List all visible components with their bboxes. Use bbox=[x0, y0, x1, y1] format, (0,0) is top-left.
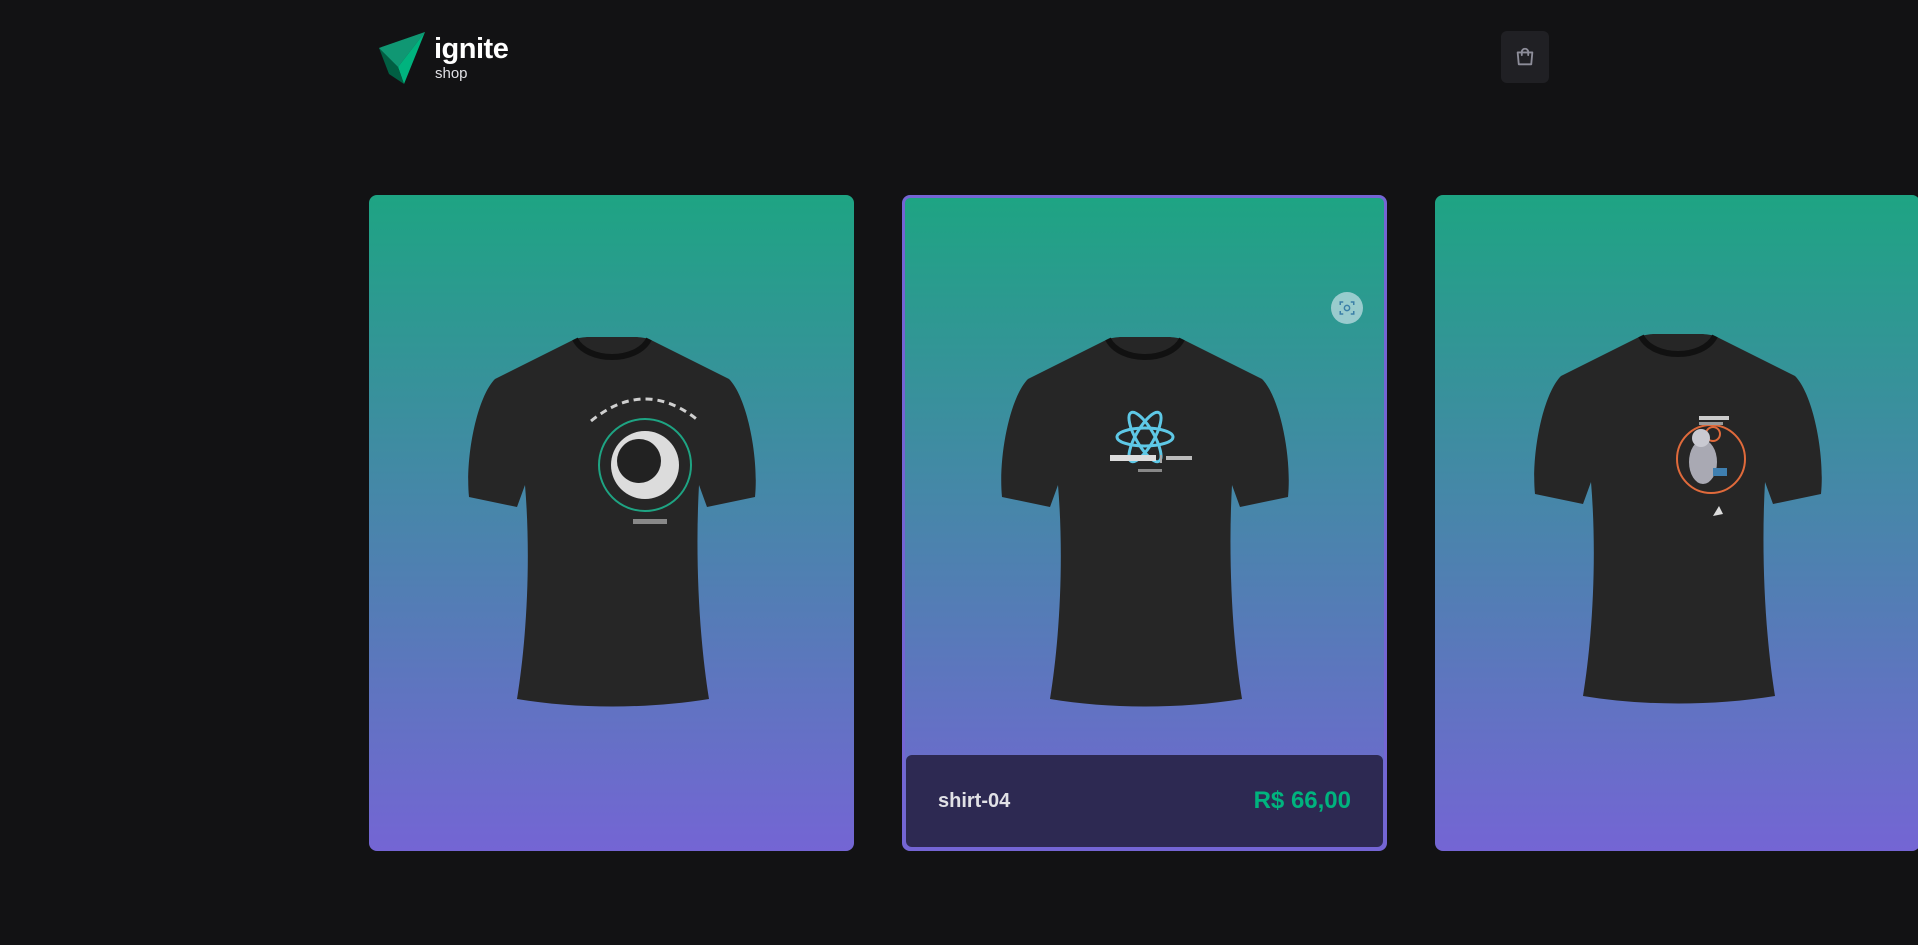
tshirt-image bbox=[1000, 337, 1289, 707]
tshirt-image bbox=[1533, 334, 1822, 704]
product-name: shirt-04 bbox=[938, 789, 1011, 812]
product-footer: shirt-04 R$ 66,00 bbox=[906, 755, 1383, 847]
logo-subtitle: shop bbox=[435, 65, 468, 82]
visual-search-icon[interactable] bbox=[1331, 292, 1363, 324]
logo-mark-icon bbox=[379, 32, 425, 84]
product-price: R$ 66,00 bbox=[1253, 787, 1351, 814]
products-slider[interactable]: shirt-04 R$ 66,00 bbox=[369, 195, 1918, 851]
product-card-3[interactable] bbox=[1435, 195, 1918, 851]
logo-title: ignite bbox=[434, 33, 509, 65]
shopping-bag-icon bbox=[1516, 47, 1534, 66]
tshirt-image bbox=[467, 337, 756, 707]
cart-button[interactable] bbox=[1501, 31, 1549, 83]
site-header: ignite shop bbox=[377, 30, 1549, 84]
product-card-2[interactable]: shirt-04 R$ 66,00 bbox=[902, 195, 1387, 851]
product-card-1[interactable] bbox=[369, 195, 854, 851]
logo[interactable]: ignite shop bbox=[377, 32, 527, 84]
